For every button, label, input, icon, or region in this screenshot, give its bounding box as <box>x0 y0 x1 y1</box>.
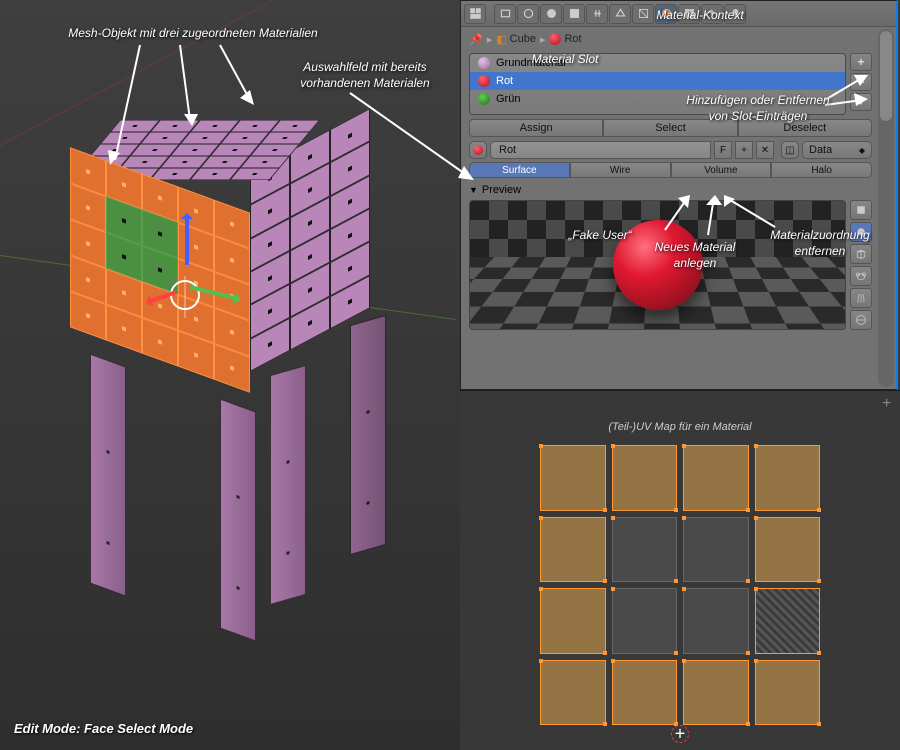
annotation-fakeuser: „Fake User“ <box>555 228 645 244</box>
cursor-3d <box>170 280 200 310</box>
material-name-field[interactable]: Rot <box>490 141 711 159</box>
annotation-uvmap: (Teil-)UV Map für ein Material <box>460 391 900 445</box>
uv-editor[interactable]: + (Teil-)UV Map für ein Material <box>460 390 900 750</box>
pin-icon[interactable]: 📌 <box>469 33 483 46</box>
fake-user-button[interactable]: F <box>714 141 732 159</box>
slot-add-button[interactable]: + <box>850 53 872 71</box>
node-toggle-icon[interactable]: ◫ <box>781 141 799 159</box>
rendertype-halo[interactable]: Halo <box>771 162 872 178</box>
edit-mode-label: Edit Mode: Face Select Mode <box>14 721 193 736</box>
preview-sky-icon[interactable] <box>850 310 872 330</box>
viewport-3d[interactable]: Edit Mode: Face Select Mode <box>0 0 460 750</box>
expand-icon[interactable]: + <box>882 395 896 409</box>
preview-hair-icon[interactable] <box>850 288 872 308</box>
editor-type-icon[interactable] <box>464 4 486 24</box>
context-modifiers-icon[interactable] <box>609 4 631 24</box>
rendertype-volume[interactable]: Volume <box>671 162 772 178</box>
breadcrumb-material[interactable]: Rot <box>549 33 581 45</box>
assign-button[interactable]: Assign <box>469 119 603 137</box>
annotation-context: Material-Kontext <box>630 8 770 24</box>
material-browse-icon[interactable] <box>469 141 487 159</box>
new-material-button[interactable]: + <box>735 141 753 159</box>
annotation-newmat: Neues Material anlegen <box>635 240 755 271</box>
context-render-icon[interactable] <box>494 4 516 24</box>
mesh-object[interactable] <box>70 120 370 620</box>
annotation-slot: Material Slot <box>510 52 620 68</box>
unlink-material-button[interactable]: ✕ <box>756 141 774 159</box>
preview-monkey-icon[interactable] <box>850 266 872 286</box>
preview-panel-header[interactable]: Preview <box>469 184 872 196</box>
scrollbar[interactable] <box>878 29 894 387</box>
breadcrumb: 📌 ▸ ◧Cube ▸ Rot <box>461 27 896 51</box>
preview-flat-icon[interactable] <box>850 200 872 220</box>
annotation-selector: Auswahlfeld mit bereits vorhandenen Mate… <box>270 60 460 91</box>
context-constraints-icon[interactable] <box>586 4 608 24</box>
cursor-2d <box>667 721 693 747</box>
rendertype-surface[interactable]: Surface <box>469 162 570 178</box>
slot-remove-button[interactable]: − <box>850 73 872 91</box>
rendertype-wire[interactable]: Wire <box>570 162 671 178</box>
slot-item-1[interactable]: Rot <box>470 72 845 90</box>
context-scene-icon[interactable] <box>517 4 539 24</box>
annotation-mesh: Mesh-Objekt mit drei zugeordneten Materi… <box>18 26 368 42</box>
context-object-icon[interactable] <box>563 4 585 24</box>
uv-grid[interactable] <box>540 445 820 725</box>
breadcrumb-object[interactable]: ◧Cube <box>496 33 536 46</box>
annotation-add-remove: Hinzufügen oder Entfernen von Slot-Eintr… <box>648 93 868 124</box>
gizmo-z-axis[interactable] <box>185 215 189 265</box>
context-world-icon[interactable] <box>540 4 562 24</box>
annotation-removemat: Materialzuordnung entfernen <box>745 228 895 259</box>
material-link-dropdown[interactable]: Data◆ <box>802 141 872 159</box>
